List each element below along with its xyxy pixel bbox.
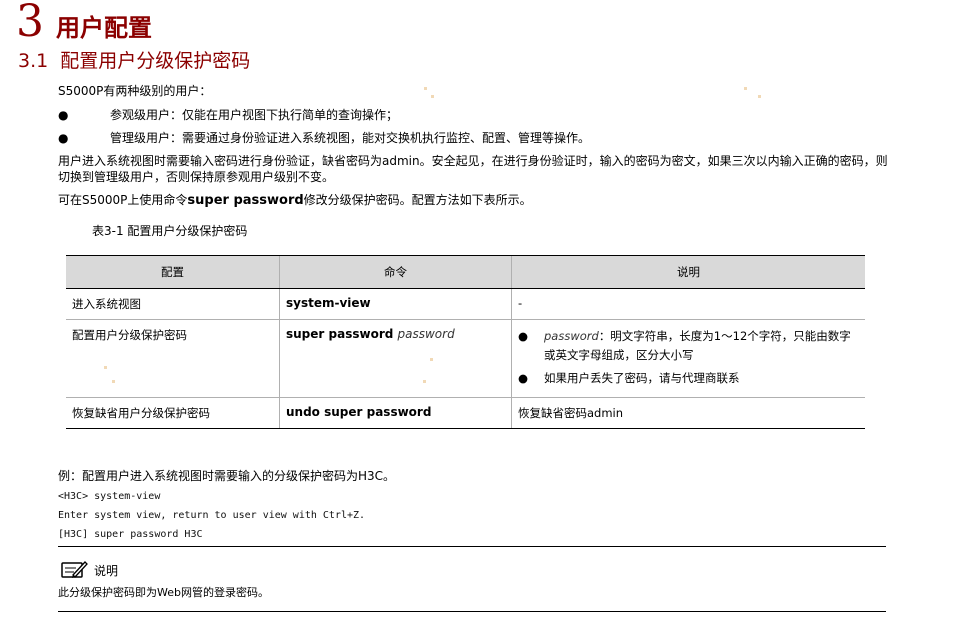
command-argument: password	[397, 327, 455, 341]
note-pen-icon	[61, 561, 88, 578]
section-title: 配置用户分级保护密码	[60, 50, 251, 72]
note-top-rule	[58, 546, 886, 547]
bullet-item: ● 管理级用户：需要通过身份验证进入系统视图，能对交换机执行监控、配置、管理等操作…	[58, 130, 590, 146]
intro-text: S5000P有两种级别的用户：	[58, 84, 212, 98]
header-description: 说明	[511, 255, 865, 289]
bullet-text: 参观级用户：仅能在用户视图下执行简单的查询操作；	[110, 108, 399, 122]
bullet-item: ● 参观级用户：仅能在用户视图下执行简单的查询操作；	[58, 107, 398, 123]
decorative-speck	[431, 95, 434, 98]
code-line: [H3C] super password H3C	[58, 529, 203, 540]
code-line: Enter system view, return to user view w…	[58, 510, 366, 521]
chapter-number: 3	[16, 0, 44, 47]
description-item: ● 如果用户丢失了密码，请与代理商联系	[518, 369, 859, 388]
paragraph-command-intro: 可在S5000P上使用命令super password修改分级保护密码。配置方法…	[58, 192, 888, 209]
bullet-text: 管理级用户：需要通过身份验证进入系统视图，能对交换机执行监控、配置、管理等操作。	[110, 131, 591, 145]
cell-description: 恢复缺省密码admin	[511, 397, 865, 429]
example-title: 例：配置用户进入系统视图时需要输入的分级保护密码为H3C。	[58, 469, 396, 483]
cell-config: 配置用户分级保护密码	[66, 319, 280, 398]
cell-description: -	[511, 288, 865, 320]
cell-description: ● password：明文字符串，长度为1～12个字符，只能由数字或英文字母组成…	[511, 319, 865, 398]
section-number: 3.1	[18, 50, 49, 72]
table-caption: 表3-1 配置用户分级保护密码	[92, 224, 248, 238]
table-row: 恢复缺省用户分级保护密码 undo super password 恢复缺省密码a…	[66, 397, 865, 429]
chapter-title: 用户配置	[56, 14, 152, 42]
note-label: 说明	[94, 563, 119, 578]
cell-command: system-view	[279, 288, 512, 320]
paragraph-password-auth: 用户进入系统视图时需要输入密码进行身份验证，缺省密码为admin。安全起见，在进…	[58, 154, 888, 184]
decorative-speck	[112, 380, 115, 383]
table-row: 配置用户分级保护密码 super password password ● pas…	[66, 319, 865, 398]
decorative-speck	[423, 380, 426, 383]
command-name: super password	[286, 327, 394, 341]
table-header-row: 配置 命令 说明	[66, 255, 865, 289]
decorative-speck	[744, 87, 747, 90]
cell-command: super password password	[279, 319, 512, 398]
bullet-dot-icon: ●	[58, 108, 69, 122]
paragraph-suffix: 修改分级保护密码。配置方法如下表所示。	[303, 193, 532, 207]
inline-command: super password	[187, 193, 304, 208]
decorative-speck	[430, 358, 433, 361]
bullet-dot-icon: ●	[58, 131, 69, 145]
description-argument: password	[544, 329, 599, 343]
bullet-dot-icon: ●	[518, 329, 529, 343]
description-item: ● password：明文字符串，长度为1～12个字符，只能由数字或英文字母组成…	[518, 327, 859, 365]
config-table: 配置 命令 说明 进入系统视图 system-view - 配置用户分级保护密码…	[66, 255, 865, 429]
section-heading: 3.1 配置用户分级保护密码	[18, 49, 250, 73]
code-line: <H3C> system-view	[58, 491, 161, 502]
table-row: 进入系统视图 system-view -	[66, 288, 865, 320]
paragraph-prefix: 可在S5000P上使用命令	[58, 193, 188, 207]
note-bottom-rule	[58, 611, 886, 612]
bullet-dot-icon: ●	[518, 371, 529, 385]
cell-config: 进入系统视图	[66, 288, 280, 320]
note-heading: 说明	[60, 560, 118, 580]
chapter-heading: 3 用户配置	[16, 0, 152, 44]
note-text: 此分级保护密码即为Web网管的登录密码。	[58, 586, 269, 599]
header-config: 配置	[66, 255, 280, 289]
header-command: 命令	[279, 255, 512, 289]
decorative-speck	[424, 87, 427, 90]
decorative-speck	[758, 95, 761, 98]
description-text: 如果用户丢失了密码，请与代理商联系	[544, 371, 740, 385]
cell-command: undo super password	[279, 397, 512, 429]
decorative-speck	[104, 366, 107, 369]
cell-config: 恢复缺省用户分级保护密码	[66, 397, 280, 429]
